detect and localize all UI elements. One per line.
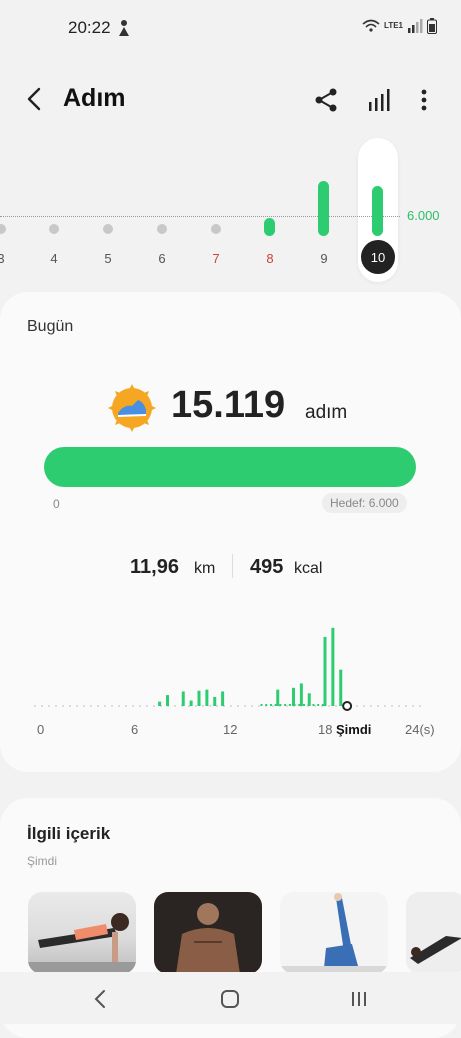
network-type: LTE1 [384, 21, 403, 30]
app-header: Adım [0, 72, 461, 124]
hourly-trace [303, 704, 306, 706]
stretch-figure [410, 936, 461, 964]
hour-label-24: 24(s) [405, 722, 435, 737]
day-label: 9 [320, 251, 328, 266]
day-label: 8 [266, 251, 274, 266]
workout-thumbnail-stretch[interactable] [406, 892, 461, 974]
steps-count: 15.119 [171, 384, 286, 426]
hour-label-18: 18 [318, 722, 333, 737]
nav-recents-icon[interactable] [344, 984, 374, 1014]
hourly-trace [288, 704, 291, 706]
day-bar [264, 218, 275, 236]
day-dot [157, 224, 167, 234]
distance-unit: km [194, 560, 216, 577]
hourly-bar [158, 701, 162, 706]
progress-start-label: 0 [53, 497, 60, 511]
now-label: Şimdi [336, 722, 372, 737]
day-label: 4 [50, 251, 58, 266]
hourly-bar [276, 689, 280, 706]
hour-label-6: 6 [131, 722, 139, 737]
day-dot [103, 224, 113, 234]
hourly-trace [312, 704, 315, 706]
hourly-bar [221, 691, 225, 706]
workout-thumbnail-yoga[interactable] [280, 892, 388, 974]
hourly-bar [205, 689, 209, 706]
hourly-bar [213, 696, 217, 706]
hourly-chart-canvas [34, 627, 426, 711]
page-title: Adım [63, 84, 126, 112]
calories-unit: kcal [294, 560, 323, 577]
steps-progress-bar [44, 447, 416, 487]
hourly-bar [166, 695, 169, 706]
back-button[interactable] [18, 82, 52, 116]
more-options-icon[interactable] [410, 84, 438, 116]
hourly-trace [269, 704, 272, 706]
goal-line-label: 6.000 [407, 208, 440, 223]
calories-value: 495 [250, 556, 284, 578]
goal-label: Hedef: 6.000 [322, 493, 407, 513]
related-title: İlgili içerik [27, 824, 111, 843]
notification-icon [119, 20, 129, 36]
hour-label-0: 0 [37, 722, 45, 737]
day-bar [318, 181, 329, 236]
bar-chart-icon[interactable] [364, 84, 396, 116]
hourly-bar [299, 683, 303, 706]
goal-line [0, 216, 400, 217]
today-card[interactable]: Bugün 15.119 adım 0 Hedef: 6.000 11,96 k… [0, 292, 461, 772]
nav-back-icon[interactable] [86, 984, 116, 1014]
status-bar: 20:22 LTE1 [0, 0, 461, 56]
shoe-badge-icon [108, 384, 156, 432]
day-dot [0, 224, 6, 234]
workout-thumbnail-man[interactable] [154, 892, 262, 974]
steps-unit: adım [305, 402, 348, 423]
hourly-steps-chart: 0 6 12 18 Şimdi 24(s) [0, 612, 461, 752]
share-icon[interactable] [310, 84, 342, 116]
related-subtitle: Şimdi [27, 854, 58, 868]
hourly-bar [189, 700, 193, 706]
distance-value: 11,96 [130, 556, 179, 578]
battery-icon [427, 18, 437, 34]
now-marker [342, 701, 353, 711]
nav-home-icon[interactable] [215, 984, 245, 1014]
workout-thumbnail-plank[interactable] [28, 892, 136, 974]
hourly-trace [279, 704, 282, 706]
hourly-bar [339, 669, 343, 706]
metrics-row: 11,96 km 495 kcal [0, 554, 461, 584]
hourly-bar [323, 636, 327, 706]
day-label: 5 [104, 251, 112, 266]
today-title: Bugün [27, 318, 74, 335]
hourly-bar [197, 690, 201, 706]
yoga-figure [280, 893, 388, 974]
metrics-divider [232, 554, 233, 578]
muscle-man-figure [176, 903, 240, 974]
hourly-bar [307, 693, 311, 706]
hourly-trace [317, 704, 320, 706]
signal-icon [408, 19, 423, 33]
status-time: 20:22 [68, 18, 111, 37]
hourly-bar [292, 687, 295, 706]
day-dot [211, 224, 221, 234]
system-icons: LTE1 [362, 18, 437, 34]
plank-figure [28, 913, 136, 974]
day-label: 3 [0, 251, 5, 266]
navigation-bar [0, 972, 461, 1024]
hourly-trace [260, 704, 263, 706]
hourly-bar [331, 627, 335, 706]
hourly-trace [284, 704, 287, 706]
day-label: 7 [212, 251, 220, 266]
day-label: 6 [158, 251, 166, 266]
hour-label-12: 12 [223, 722, 238, 737]
selected-day-bar [372, 186, 383, 236]
wifi-icon [362, 19, 380, 32]
selected-day-label[interactable]: 10 [361, 240, 395, 274]
hourly-bar [181, 691, 185, 706]
hourly-trace [265, 704, 268, 706]
day-dot [49, 224, 59, 234]
